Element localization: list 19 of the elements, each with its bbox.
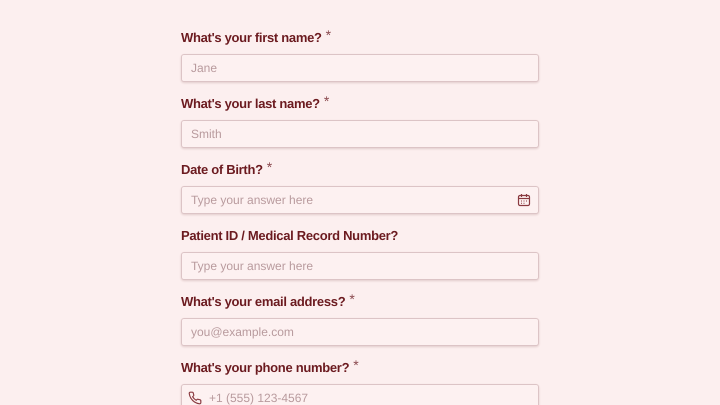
field-label: Date of Birth?	[181, 161, 263, 179]
calendar-icon[interactable]	[517, 193, 531, 207]
required-asterisk: *	[326, 28, 332, 42]
date-input-field[interactable]: Type your answer here	[181, 186, 539, 214]
text-input-field[interactable]: Jane	[181, 54, 539, 82]
text-input-field[interactable]: Smith	[181, 120, 539, 148]
required-asterisk: *	[324, 94, 330, 108]
phone-icon	[188, 391, 202, 405]
field-label: What's your phone number?	[181, 359, 350, 377]
text-input-field[interactable]: Type your answer here	[181, 252, 539, 280]
field-label: What's your last name?	[181, 95, 320, 113]
field-label: What's your first name?	[181, 29, 322, 47]
required-asterisk: *	[349, 292, 355, 306]
required-asterisk: *	[266, 160, 272, 174]
phone-input-field[interactable]: +1 (555) 123-4567	[181, 384, 539, 405]
email-input-field[interactable]: you@example.com	[181, 318, 539, 346]
field-label: What's your email address?	[181, 293, 346, 311]
required-asterisk: *	[353, 358, 359, 372]
field-label: Patient ID / Medical Record Number?	[181, 227, 398, 245]
